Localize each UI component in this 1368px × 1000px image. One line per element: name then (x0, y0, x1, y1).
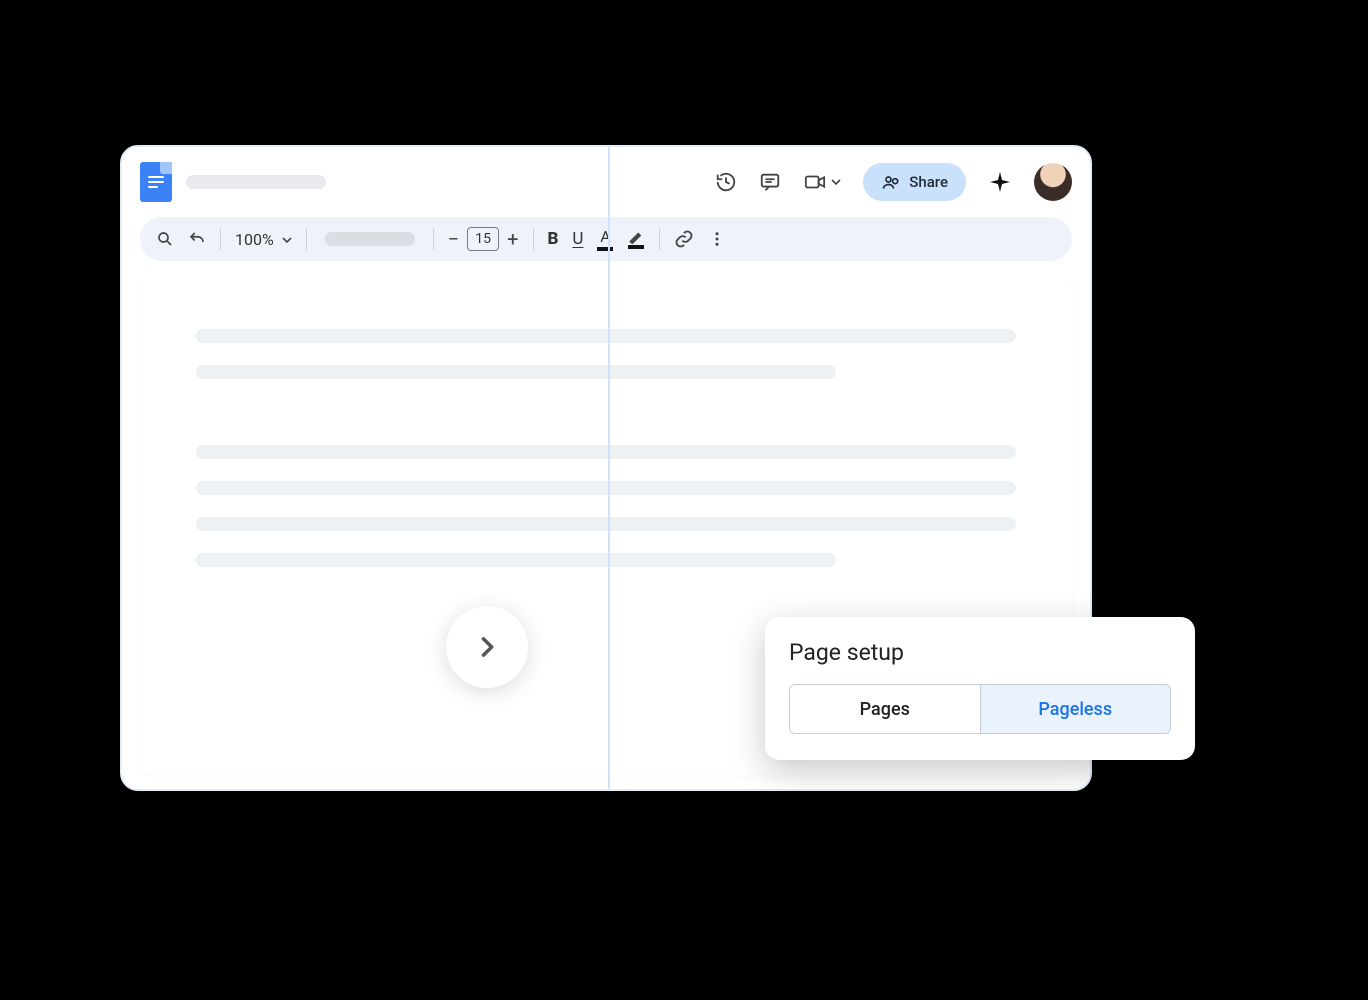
content-placeholder-line (196, 365, 836, 379)
insert-link-icon[interactable] (674, 229, 694, 249)
content-placeholder-line (196, 445, 1016, 459)
history-icon[interactable] (715, 171, 737, 193)
expand-fab-button[interactable] (446, 606, 528, 688)
more-options-icon[interactable] (708, 230, 726, 248)
content-placeholder-line (196, 517, 1016, 531)
font-size-stepper: − 15 + (448, 227, 519, 251)
pageless-option[interactable]: Pageless (980, 685, 1171, 733)
separator (306, 228, 307, 250)
undo-icon[interactable] (188, 230, 206, 248)
text-color-button[interactable]: A (597, 227, 613, 251)
zoom-label: 100% (235, 230, 274, 249)
font-family-select[interactable] (325, 232, 415, 246)
pages-option[interactable]: Pages (790, 685, 980, 733)
separator (433, 228, 434, 250)
separator (220, 228, 221, 250)
content-placeholder-line (196, 481, 1016, 495)
content-placeholder-line (196, 553, 836, 567)
text-color-swatch (597, 247, 613, 251)
share-label: Share (909, 173, 948, 191)
bold-button[interactable]: B (548, 229, 559, 249)
separator (659, 228, 660, 250)
highlight-swatch (628, 245, 644, 249)
share-button[interactable]: Share (863, 163, 966, 201)
comment-icon[interactable] (759, 171, 781, 193)
video-call-icon[interactable] (803, 171, 841, 193)
doc-title-placeholder[interactable] (186, 175, 326, 189)
toolbar: 100% − 15 + B U A (140, 217, 1072, 261)
gemini-star-icon[interactable] (988, 170, 1012, 194)
avatar[interactable] (1034, 163, 1072, 201)
page-setup-dialog: Page setup Pages Pageless (765, 617, 1195, 760)
content-placeholder-line (196, 329, 1016, 343)
zoom-select[interactable]: 100% (235, 230, 292, 249)
font-size-input[interactable]: 15 (467, 227, 499, 251)
search-icon[interactable] (156, 230, 174, 248)
docs-logo-icon[interactable] (140, 162, 172, 202)
page-mode-segmented: Pages Pageless (789, 684, 1171, 734)
separator (533, 228, 534, 250)
dialog-title: Page setup (789, 639, 1171, 666)
underline-button[interactable]: U (572, 229, 583, 249)
font-size-increase[interactable]: + (507, 227, 518, 251)
titlebar: Share (122, 147, 1090, 217)
font-size-decrease[interactable]: − (448, 227, 459, 251)
highlight-color-button[interactable] (627, 230, 645, 249)
chevron-right-icon (473, 633, 501, 661)
